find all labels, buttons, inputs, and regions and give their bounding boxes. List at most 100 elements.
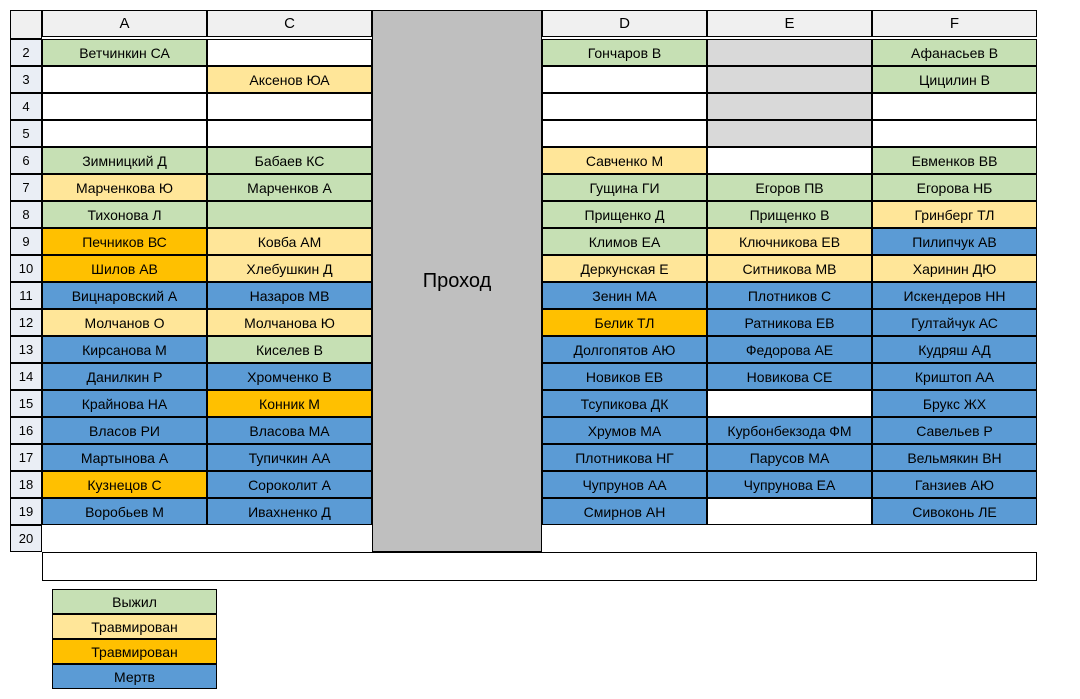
cell-D-3: [542, 66, 707, 93]
cell-F-7: Егорова НБ: [872, 174, 1037, 201]
cell-F-15: Брукс ЖХ: [872, 390, 1037, 417]
row-header-20: 20: [10, 525, 42, 552]
row-header-3: 3: [10, 66, 42, 93]
legend-item-1: Травмирован: [52, 614, 217, 639]
cell-D-8: Прищенко Д: [542, 201, 707, 228]
cell-F-17: Вельмякин ВН: [872, 444, 1037, 471]
corner-cell: [10, 10, 42, 39]
legend-item-2: Травмирован: [52, 639, 217, 664]
cell-D-15: Тсупикова ДК: [542, 390, 707, 417]
row-header-5: 5: [10, 120, 42, 147]
cell-D-13: Долгопятов АЮ: [542, 336, 707, 363]
row-header-11: 11: [10, 282, 42, 309]
cell-E-13: Федорова АЕ: [707, 336, 872, 363]
cell-A-15: Крайнова НА: [42, 390, 207, 417]
cell-F-5: [872, 120, 1037, 147]
row-header-2: 2: [10, 39, 42, 66]
cell-A-10: Шилов АВ: [42, 255, 207, 282]
cell-D-18: Чупрунов АА: [542, 471, 707, 498]
row-header-12: 12: [10, 309, 42, 336]
cell-C-11: Назаров МВ: [207, 282, 372, 309]
cell-D-19: Смирнов АН: [542, 498, 707, 525]
row-header-15: 15: [10, 390, 42, 417]
row-header-19: 19: [10, 498, 42, 525]
cell-D-6: Савченко М: [542, 147, 707, 174]
cell-E-5: [707, 120, 872, 147]
cell-D-11: Зенин МА: [542, 282, 707, 309]
cell-F-10: Харинин ДЮ: [872, 255, 1037, 282]
cell-F-3: Цицилин В: [872, 66, 1037, 93]
col-header-D: D: [542, 10, 707, 37]
passage-label: Проход: [372, 10, 542, 552]
cell-C-13: Киселев В: [207, 336, 372, 363]
cell-F-19: Сивоконь ЛЕ: [872, 498, 1037, 525]
cell-C-3: Аксенов ЮА: [207, 66, 372, 93]
row-header-17: 17: [10, 444, 42, 471]
row-header-9: 9: [10, 228, 42, 255]
cell-D-12: Белик ТЛ: [542, 309, 707, 336]
legend-item-3: Мертв: [52, 664, 217, 689]
cell-E-16: Курбонбекзода ФМ: [707, 417, 872, 444]
cell-F-9: Пилипчук АВ: [872, 228, 1037, 255]
cell-E-3: [707, 66, 872, 93]
cell-C-12: Молчанова Ю: [207, 309, 372, 336]
row-20-blank: [42, 552, 1037, 581]
cell-C-10: Хлебушкин Д: [207, 255, 372, 282]
legend: ВыжилТравмированТравмированМертв: [52, 589, 217, 689]
cell-D-4: [542, 93, 707, 120]
col-header-E: E: [707, 10, 872, 37]
cell-D-2: Гончаров В: [542, 39, 707, 66]
row-header-10: 10: [10, 255, 42, 282]
cell-E-6: [707, 147, 872, 174]
cell-A-8: Тихонова Л: [42, 201, 207, 228]
cell-A-6: Зимницкий Д: [42, 147, 207, 174]
cell-A-18: Кузнецов С: [42, 471, 207, 498]
cell-D-10: Деркунская Е: [542, 255, 707, 282]
row-header-14: 14: [10, 363, 42, 390]
cell-E-11: Плотников С: [707, 282, 872, 309]
cell-C-15: Конник М: [207, 390, 372, 417]
cell-F-16: Савельев Р: [872, 417, 1037, 444]
row-header-7: 7: [10, 174, 42, 201]
cell-A-2: Ветчинкин СА: [42, 39, 207, 66]
cell-C-18: Сороколит А: [207, 471, 372, 498]
cell-E-2: [707, 39, 872, 66]
cell-A-4: [42, 93, 207, 120]
cell-F-18: Ганзиев АЮ: [872, 471, 1037, 498]
cell-F-12: Гултайчук АС: [872, 309, 1037, 336]
cell-C-17: Тупичкин АА: [207, 444, 372, 471]
row-header-6: 6: [10, 147, 42, 174]
cell-C-16: Власова МА: [207, 417, 372, 444]
col-header-C: C: [207, 10, 372, 37]
cell-C-4: [207, 93, 372, 120]
cell-C-2: [207, 39, 372, 66]
cell-E-8: Прищенко В: [707, 201, 872, 228]
cell-A-17: Мартынова А: [42, 444, 207, 471]
row-header-4: 4: [10, 93, 42, 120]
cell-C-8: [207, 201, 372, 228]
cell-C-5: [207, 120, 372, 147]
cell-E-15: [707, 390, 872, 417]
cell-D-16: Хрумов МА: [542, 417, 707, 444]
cell-A-16: Власов РИ: [42, 417, 207, 444]
cell-E-7: Егоров ПВ: [707, 174, 872, 201]
cell-A-3: [42, 66, 207, 93]
cell-C-6: Бабаев КС: [207, 147, 372, 174]
col-header-F: F: [872, 10, 1037, 37]
cell-D-14: Новиков ЕВ: [542, 363, 707, 390]
col-header-A: A: [42, 10, 207, 37]
legend-item-0: Выжил: [52, 589, 217, 614]
cell-A-5: [42, 120, 207, 147]
row-header-16: 16: [10, 417, 42, 444]
seating-grid: ACПроходDEF2Ветчинкин САГончаров ВАфанас…: [10, 10, 1070, 581]
cell-E-10: Ситникова МВ: [707, 255, 872, 282]
cell-A-7: Марченкова Ю: [42, 174, 207, 201]
cell-D-17: Плотникова НГ: [542, 444, 707, 471]
cell-F-4: [872, 93, 1037, 120]
cell-E-9: Ключникова ЕВ: [707, 228, 872, 255]
cell-F-11: Искендеров НН: [872, 282, 1037, 309]
cell-C-7: Марченков А: [207, 174, 372, 201]
cell-A-12: Молчанов О: [42, 309, 207, 336]
cell-A-19: Воробьев М: [42, 498, 207, 525]
cell-D-7: Гущина ГИ: [542, 174, 707, 201]
